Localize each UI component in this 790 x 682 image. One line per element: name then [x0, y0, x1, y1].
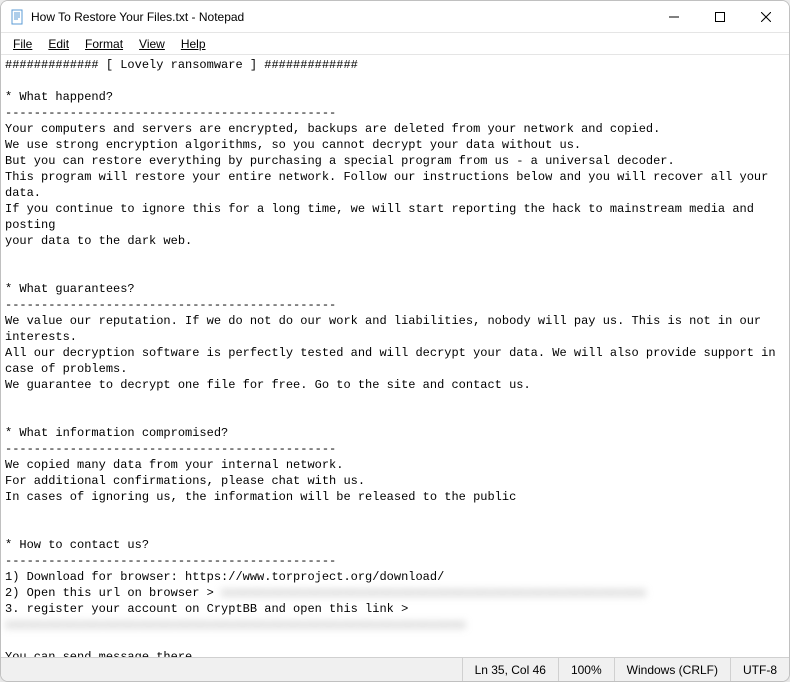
menu-view[interactable]: View: [131, 35, 173, 53]
menu-help[interactable]: Help: [173, 35, 214, 53]
text-line: 2) Open this url on browser >: [5, 586, 221, 600]
text-line: But you can restore everything by purcha…: [5, 154, 675, 168]
text-line: ----------------------------------------…: [5, 554, 336, 568]
menu-help-label: Help: [181, 37, 206, 51]
status-lineending: Windows (CRLF): [614, 658, 730, 681]
text-line: your data to the dark web.: [5, 234, 192, 248]
menu-file-label: File: [13, 37, 32, 51]
text-line: This program will restore your entire ne…: [5, 170, 776, 200]
redacted-url: xxxxxxxxxxxxxxxxxxxxxxxxxxxxxxxxxxxxxxxx…: [221, 586, 646, 600]
text-line: ----------------------------------------…: [5, 106, 336, 120]
text-line: Your computers and servers are encrypted…: [5, 122, 660, 136]
menu-format-label: Format: [85, 37, 123, 51]
redacted-url: xxxxxxxxxxxxxxxxxxxxxxxxxxxxxxxxxxxxxxxx…: [5, 618, 466, 632]
window-controls: [651, 1, 789, 32]
menu-edit-label: Edit: [48, 37, 69, 51]
menu-format[interactable]: Format: [77, 35, 131, 53]
status-spacer: [1, 658, 462, 681]
notepad-icon: [9, 9, 25, 25]
text-line: 1) Download for browser: https://www.tor…: [5, 570, 444, 584]
menubar: File Edit Format View Help: [1, 33, 789, 55]
text-line: If you continue to ignore this for a lon…: [5, 202, 761, 232]
text-line: ----------------------------------------…: [5, 442, 336, 456]
notepad-window: How To Restore Your Files.txt - Notepad …: [0, 0, 790, 682]
window-title: How To Restore Your Files.txt - Notepad: [31, 10, 651, 24]
text-line: For additional confirmations, please cha…: [5, 474, 365, 488]
menu-view-label: View: [139, 37, 165, 51]
text-line: ############# [ Lovely ransomware ] ####…: [5, 58, 358, 72]
text-line: ----------------------------------------…: [5, 298, 336, 312]
text-line: We use strong encryption algorithms, so …: [5, 138, 581, 152]
text-area[interactable]: ############# [ Lovely ransomware ] ####…: [1, 55, 789, 657]
text-line: All our decryption software is perfectly…: [5, 346, 783, 376]
statusbar: Ln 35, Col 46 100% Windows (CRLF) UTF-8: [1, 657, 789, 681]
text-line: In cases of ignoring us, the information…: [5, 490, 516, 504]
text-line: 3. register your account on CryptBB and …: [5, 602, 408, 616]
minimize-button[interactable]: [651, 1, 697, 32]
text-line: * What guarantees?: [5, 282, 135, 296]
titlebar[interactable]: How To Restore Your Files.txt - Notepad: [1, 1, 789, 33]
text-line: * What information compromised?: [5, 426, 228, 440]
text-line: You can send message there: [5, 650, 192, 657]
text-line: We copied many data from your internal n…: [5, 458, 343, 472]
close-button[interactable]: [743, 1, 789, 32]
menu-file[interactable]: File: [5, 35, 40, 53]
status-position: Ln 35, Col 46: [462, 658, 558, 681]
text-line: We guarantee to decrypt one file for fre…: [5, 378, 531, 392]
text-line: * What happend?: [5, 90, 113, 104]
status-encoding: UTF-8: [730, 658, 789, 681]
menu-edit[interactable]: Edit: [40, 35, 77, 53]
text-line: * How to contact us?: [5, 538, 149, 552]
status-zoom: 100%: [558, 658, 614, 681]
text-line: We value our reputation. If we do not do…: [5, 314, 768, 344]
maximize-button[interactable]: [697, 1, 743, 32]
